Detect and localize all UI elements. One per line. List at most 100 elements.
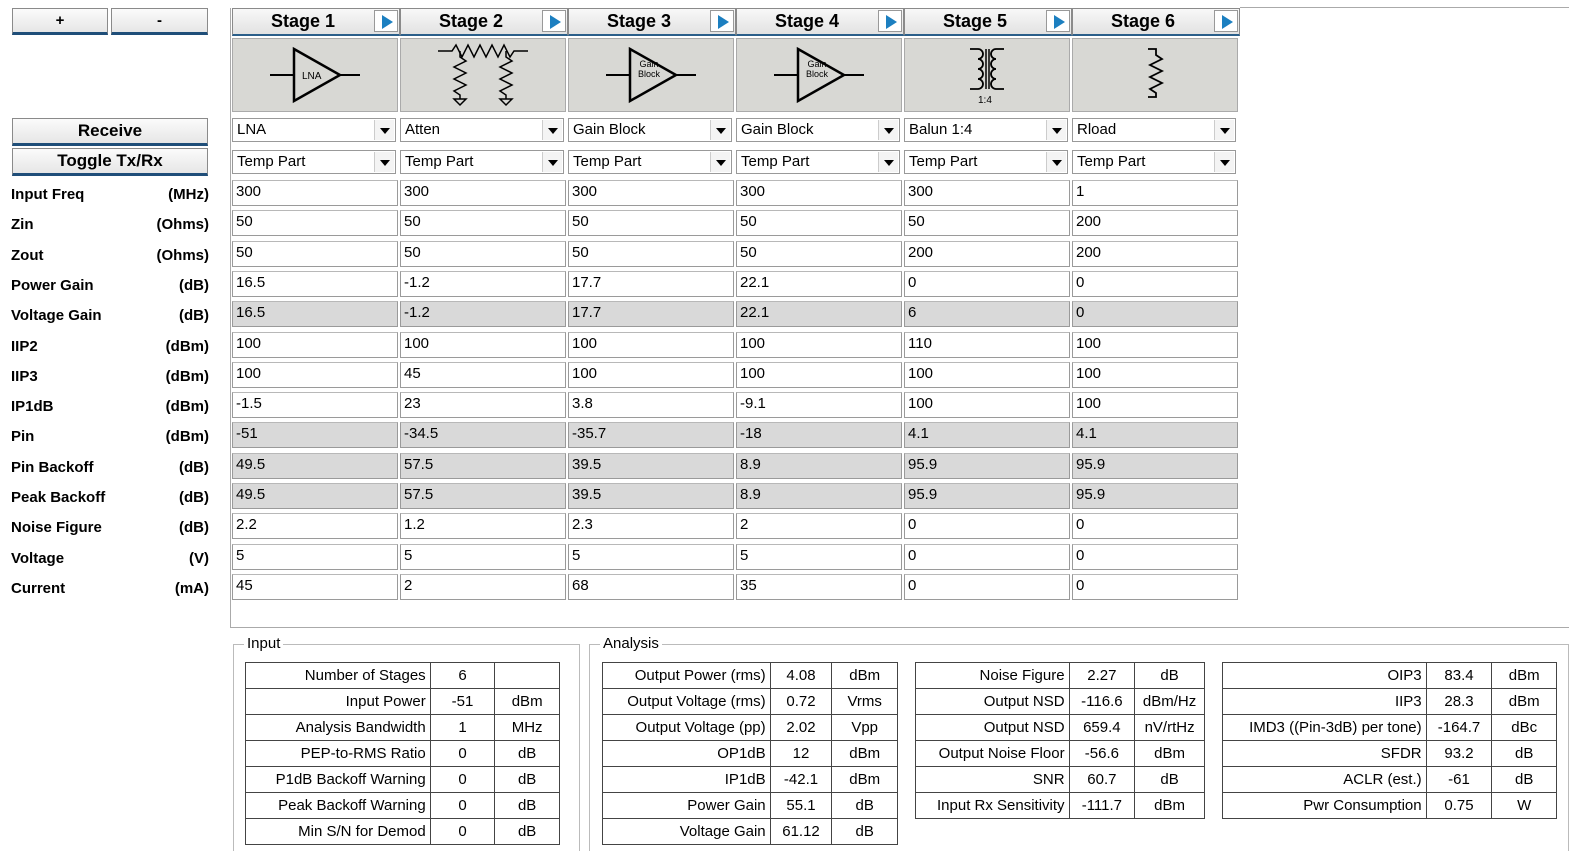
stage-value-cell[interactable]: 17.7 bbox=[568, 270, 734, 297]
stage-value-cell[interactable]: 110 bbox=[904, 331, 1070, 358]
stage-value-cell[interactable]: 50 bbox=[736, 210, 902, 237]
stage-value-cell[interactable]: 1 bbox=[1072, 180, 1238, 206]
chevron-down-icon[interactable] bbox=[710, 120, 730, 140]
stage-value-cell[interactable]: 0 bbox=[1072, 573, 1238, 600]
stage-value-cell[interactable]: 0 bbox=[904, 573, 1070, 600]
toggle-tx-rx-button[interactable]: Toggle Tx/Rx bbox=[12, 148, 208, 176]
stage-value-cell[interactable]: 2.2 bbox=[232, 513, 398, 540]
stage-value-cell[interactable]: -1.2 bbox=[400, 270, 566, 297]
stage-value-cell[interactable]: 300 bbox=[400, 180, 566, 206]
stage-value-cell[interactable]: 49.5 bbox=[232, 483, 398, 509]
stage-value-cell[interactable]: 5 bbox=[568, 543, 734, 570]
stage-arrow-icon[interactable] bbox=[374, 10, 398, 32]
stage-arrow-icon[interactable] bbox=[1046, 10, 1070, 32]
stage-value-cell[interactable]: 0 bbox=[1072, 513, 1238, 540]
stage-value-cell[interactable]: -34.5 bbox=[400, 422, 566, 449]
stage-value-cell[interactable]: 1.2 bbox=[400, 513, 566, 540]
stage-value-cell[interactable]: 50 bbox=[568, 240, 734, 267]
param-value[interactable]: 1 bbox=[429, 714, 496, 741]
add-stage-button[interactable]: + bbox=[12, 8, 108, 35]
stage-value-cell[interactable]: 5 bbox=[400, 543, 566, 570]
stage-value-cell[interactable]: 50 bbox=[736, 240, 902, 267]
stage-value-cell[interactable]: 39.5 bbox=[568, 483, 734, 509]
stage-arrow-icon[interactable] bbox=[878, 10, 902, 32]
param-value[interactable]: 6 bbox=[429, 662, 496, 689]
stage-value-cell[interactable]: 100 bbox=[736, 361, 902, 388]
stage-value-cell[interactable]: 4.1 bbox=[1072, 422, 1238, 449]
stage-value-cell[interactable]: -35.7 bbox=[568, 422, 734, 449]
stage-value-cell[interactable]: 300 bbox=[904, 180, 1070, 206]
stage-value-cell[interactable]: 57.5 bbox=[400, 452, 566, 479]
stage-value-cell[interactable]: 300 bbox=[736, 180, 902, 206]
param-value[interactable]: 0 bbox=[429, 740, 496, 767]
stage-value-cell[interactable]: 0 bbox=[904, 270, 1070, 297]
stage-value-cell[interactable]: 16.5 bbox=[232, 301, 398, 328]
chevron-down-icon[interactable] bbox=[374, 120, 394, 140]
stage-value-cell[interactable]: 0 bbox=[1072, 270, 1238, 297]
stage-value-cell[interactable]: 0 bbox=[904, 543, 1070, 570]
stage-value-cell[interactable]: 2.3 bbox=[568, 513, 734, 540]
chevron-down-icon[interactable] bbox=[542, 152, 562, 172]
part-select[interactable]: Atten bbox=[400, 118, 564, 142]
chevron-down-icon[interactable] bbox=[1046, 152, 1066, 172]
chevron-down-icon[interactable] bbox=[374, 152, 394, 172]
stage-value-cell[interactable]: 16.5 bbox=[232, 270, 398, 297]
stage-arrow-icon[interactable] bbox=[710, 10, 734, 32]
stage-value-cell[interactable]: 17.7 bbox=[568, 301, 734, 328]
stage-arrow-icon[interactable] bbox=[1214, 10, 1238, 32]
temp-select[interactable]: Temp Part bbox=[568, 150, 732, 174]
stage-value-cell[interactable]: 50 bbox=[568, 210, 734, 237]
stage-value-cell[interactable]: 50 bbox=[904, 210, 1070, 237]
stage-value-cell[interactable]: 2 bbox=[736, 513, 902, 540]
stage-value-cell[interactable]: 95.9 bbox=[904, 452, 1070, 479]
stage-value-cell[interactable]: 100 bbox=[1072, 361, 1238, 388]
param-value[interactable]: 0 bbox=[429, 792, 496, 819]
chevron-down-icon[interactable] bbox=[878, 152, 898, 172]
temp-select[interactable]: Temp Part bbox=[232, 150, 396, 174]
stage-value-cell[interactable]: 57.5 bbox=[400, 483, 566, 509]
stage-value-cell[interactable]: 200 bbox=[1072, 240, 1238, 267]
stage-value-cell[interactable]: 3.8 bbox=[568, 392, 734, 419]
stage-value-cell[interactable]: 100 bbox=[232, 331, 398, 358]
temp-select[interactable]: Temp Part bbox=[736, 150, 900, 174]
stage-value-cell[interactable]: 50 bbox=[232, 210, 398, 237]
stage-value-cell[interactable]: 0 bbox=[1072, 543, 1238, 570]
stage-value-cell[interactable]: 100 bbox=[736, 331, 902, 358]
chevron-down-icon[interactable] bbox=[878, 120, 898, 140]
remove-stage-button[interactable]: - bbox=[111, 8, 208, 35]
stage-value-cell[interactable]: -51 bbox=[232, 422, 398, 449]
stage-value-cell[interactable]: 0 bbox=[1072, 301, 1238, 328]
stage-value-cell[interactable]: 4.1 bbox=[904, 422, 1070, 449]
chevron-down-icon[interactable] bbox=[710, 152, 730, 172]
part-select[interactable]: Balun 1:4 bbox=[904, 118, 1068, 142]
stage-value-cell[interactable]: 100 bbox=[904, 392, 1070, 419]
chevron-down-icon[interactable] bbox=[1046, 120, 1066, 140]
stage-value-cell[interactable]: -1.5 bbox=[232, 392, 398, 419]
part-select[interactable]: Gain Block bbox=[736, 118, 900, 142]
stage-value-cell[interactable]: 5 bbox=[736, 543, 902, 570]
stage-value-cell[interactable]: 45 bbox=[232, 573, 398, 600]
stage-value-cell[interactable]: 95.9 bbox=[1072, 452, 1238, 479]
param-value[interactable]: 0 bbox=[429, 766, 496, 793]
chevron-down-icon[interactable] bbox=[1214, 120, 1234, 140]
stage-value-cell[interactable]: 50 bbox=[232, 240, 398, 267]
stage-value-cell[interactable]: -1.2 bbox=[400, 301, 566, 328]
stage-value-cell[interactable]: -18 bbox=[736, 422, 902, 449]
stage-arrow-icon[interactable] bbox=[542, 10, 566, 32]
stage-value-cell[interactable]: 100 bbox=[400, 331, 566, 358]
temp-select[interactable]: Temp Part bbox=[904, 150, 1068, 174]
param-value[interactable]: 0 bbox=[429, 818, 496, 845]
stage-value-cell[interactable]: 39.5 bbox=[568, 452, 734, 479]
stage-value-cell[interactable]: 35 bbox=[736, 573, 902, 600]
chevron-down-icon[interactable] bbox=[542, 120, 562, 140]
stage-value-cell[interactable]: 200 bbox=[1072, 210, 1238, 237]
stage-value-cell[interactable]: 8.9 bbox=[736, 452, 902, 479]
stage-value-cell[interactable]: 100 bbox=[904, 361, 1070, 388]
stage-value-cell[interactable]: 100 bbox=[568, 331, 734, 358]
stage-value-cell[interactable]: 50 bbox=[400, 210, 566, 237]
part-select[interactable]: LNA bbox=[232, 118, 396, 142]
stage-value-cell[interactable]: 45 bbox=[400, 361, 566, 388]
stage-value-cell[interactable]: 100 bbox=[232, 361, 398, 388]
temp-select[interactable]: Temp Part bbox=[1072, 150, 1236, 174]
param-value[interactable]: -51 bbox=[429, 688, 496, 715]
